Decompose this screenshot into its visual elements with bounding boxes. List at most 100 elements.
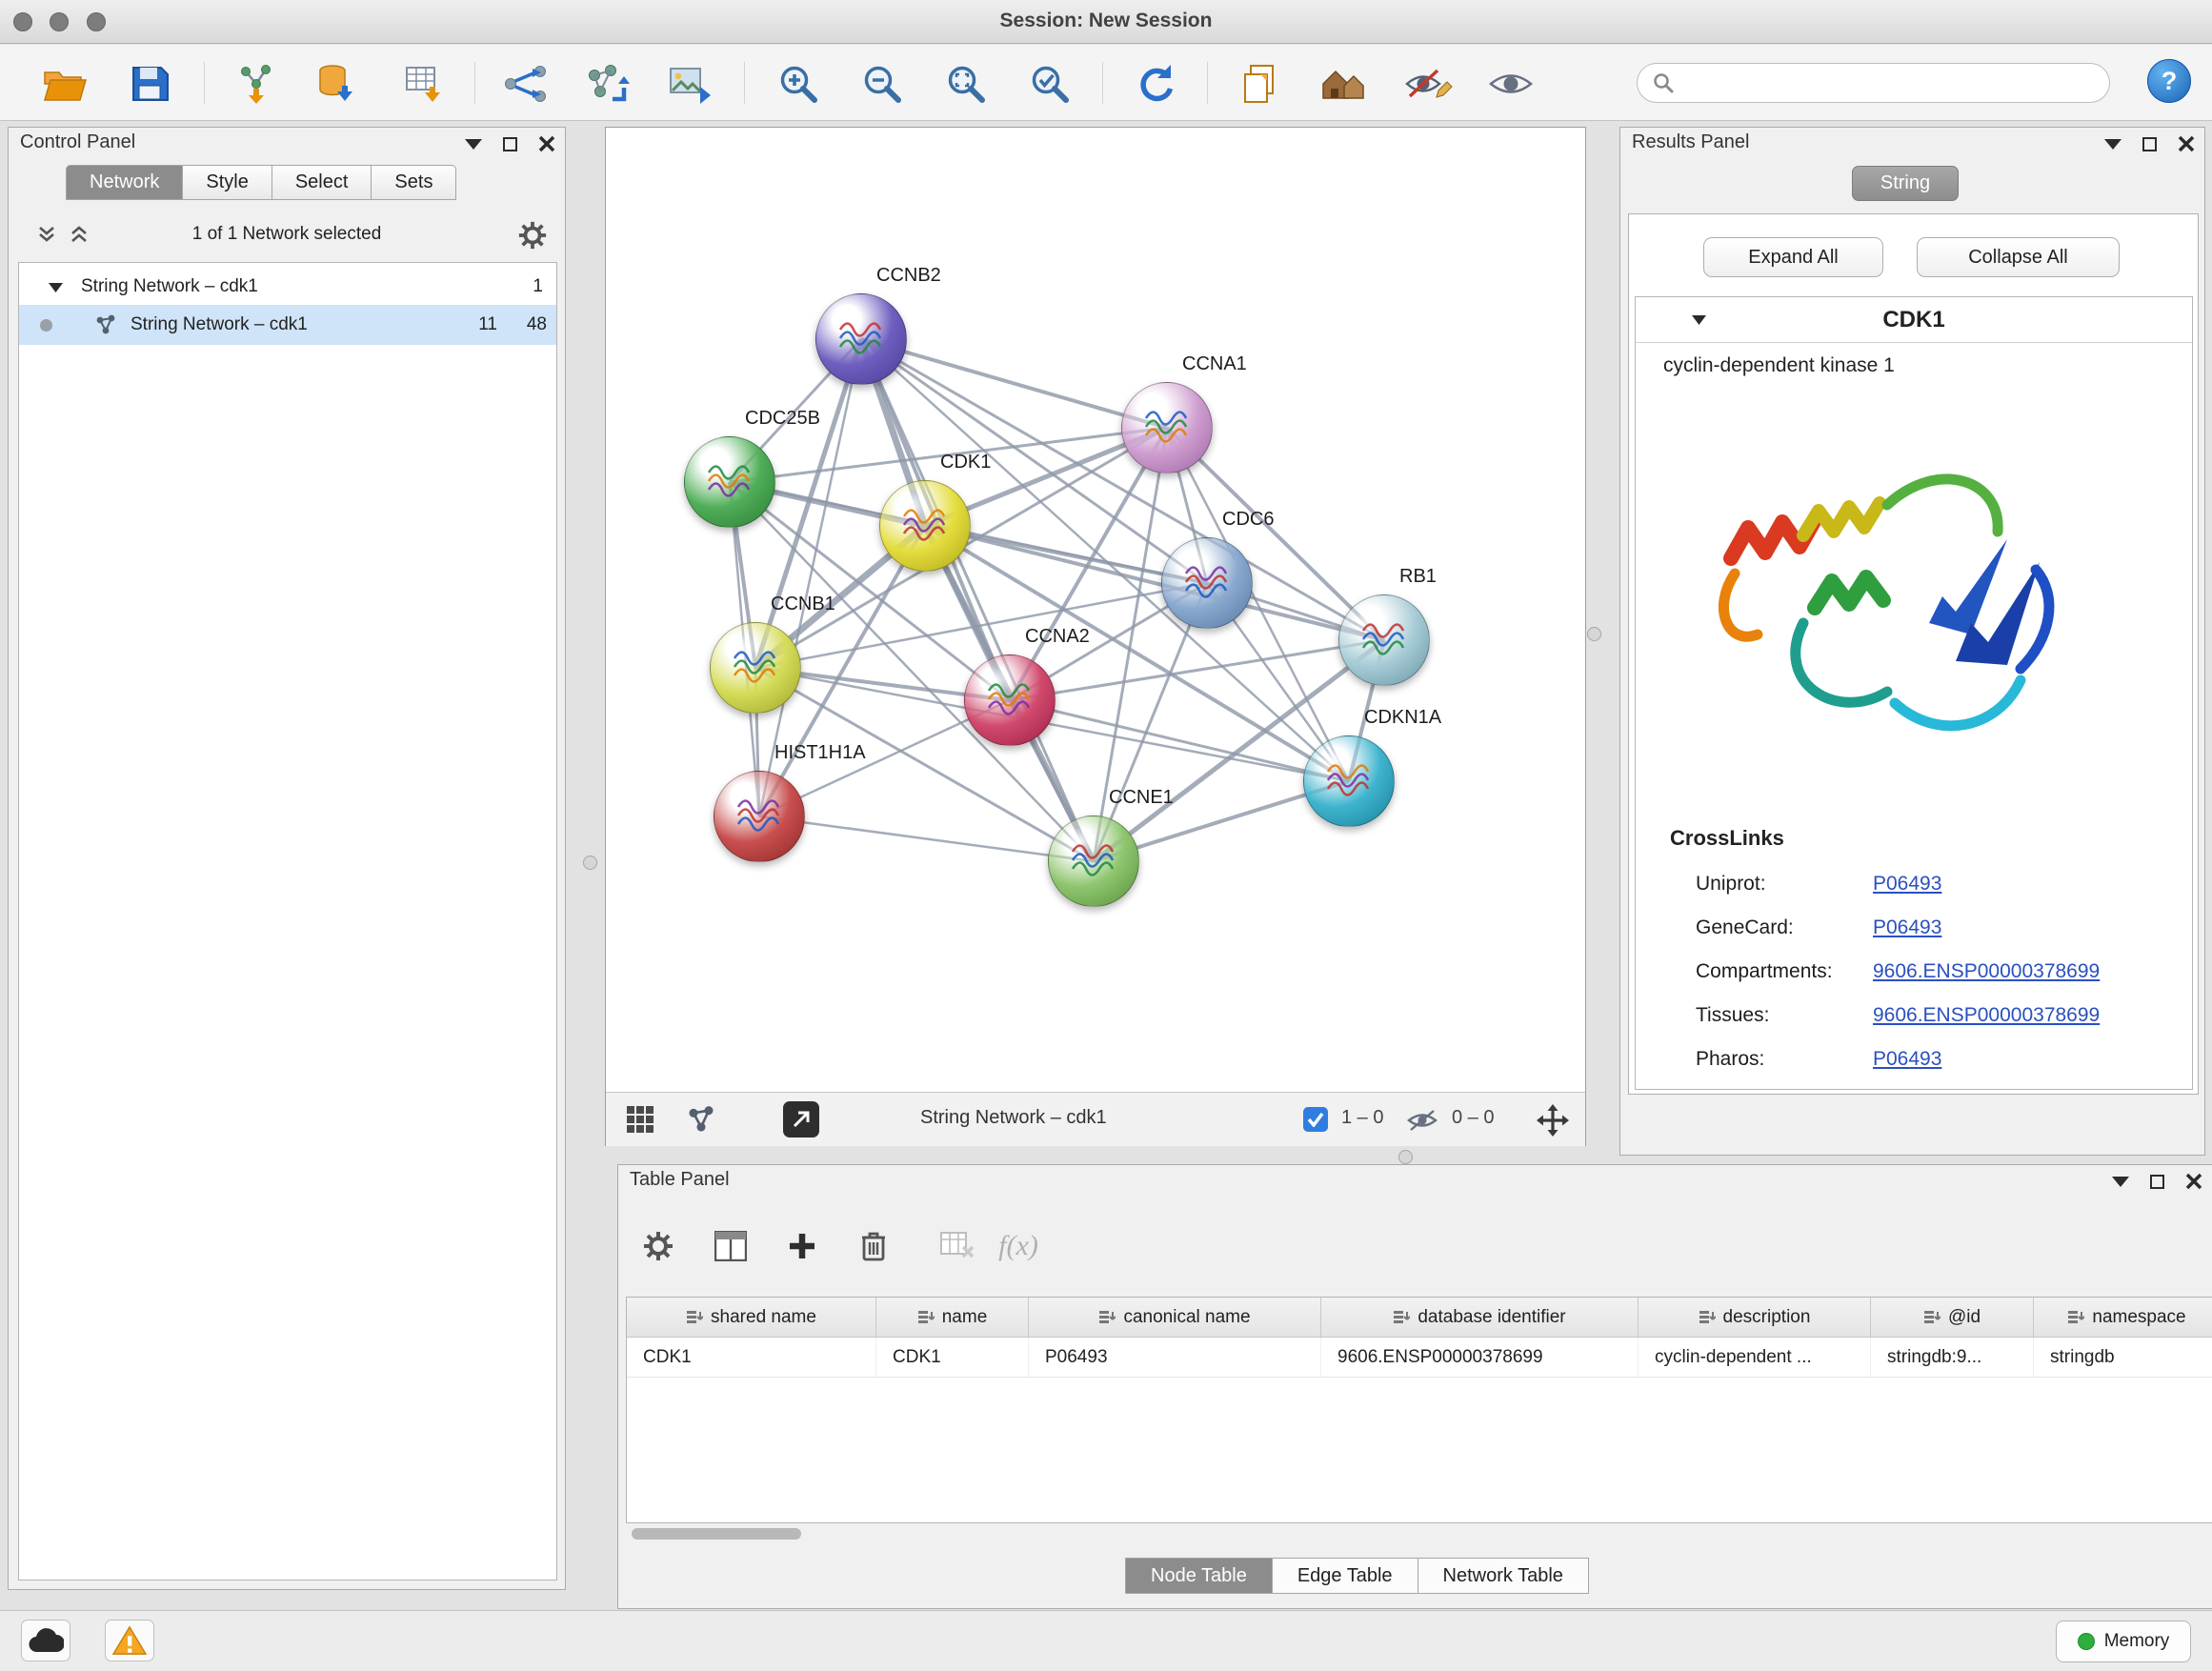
tab-sets[interactable]: Sets — [372, 165, 456, 200]
right-splitter-handle[interactable] — [1587, 627, 1601, 641]
table-options-gear-icon[interactable] — [633, 1222, 683, 1270]
memory-button[interactable]: Memory — [2056, 1621, 2191, 1662]
show-columns-icon[interactable] — [706, 1222, 755, 1270]
show-graphics-details-icon[interactable] — [1485, 59, 1537, 109]
help-button[interactable]: ? — [2147, 59, 2191, 103]
network-node-cdc6[interactable] — [1161, 537, 1253, 629]
network-node-ccne1[interactable] — [1048, 815, 1139, 907]
panel-collapse-icon[interactable] — [2104, 139, 2122, 150]
network-node-rb1[interactable] — [1338, 594, 1430, 686]
collapse-all-button[interactable]: Collapse All — [1917, 237, 2120, 277]
cell-shared-name: CDK1 — [627, 1338, 876, 1377]
column-header-database-identifier[interactable]: database identifier — [1321, 1298, 1639, 1337]
protein-thumbnail — [1323, 761, 1375, 801]
open-in-new-window-icon[interactable] — [783, 1101, 819, 1137]
network-edge[interactable] — [861, 339, 1094, 861]
gene-card-header[interactable]: CDK1 — [1636, 297, 2192, 343]
panel-close-icon[interactable] — [2185, 1173, 2202, 1190]
column-header-description[interactable]: description — [1639, 1298, 1871, 1337]
expand-all-button[interactable]: Expand All — [1703, 237, 1883, 277]
horizontal-splitter-handle[interactable] — [1398, 1150, 1413, 1164]
tab-style[interactable]: Style — [183, 165, 271, 200]
toolbar-separator — [204, 62, 205, 104]
control-panel-tabs: Network Style Select Sets — [66, 165, 456, 200]
network-collection-row[interactable]: String Network – cdk1 1 — [19, 269, 556, 305]
crosslink-uniprot-link[interactable]: P06493 — [1873, 873, 1941, 896]
open-session-icon[interactable] — [39, 59, 90, 109]
panel-float-icon[interactable] — [503, 137, 517, 151]
warnings-button[interactable] — [105, 1620, 154, 1661]
tab-network-table[interactable]: Network Table — [1418, 1558, 1589, 1594]
network-node-cdkn1a[interactable] — [1303, 735, 1395, 827]
birds-eye-view-icon[interactable] — [686, 1104, 716, 1135]
import-network-from-database-icon[interactable] — [312, 59, 363, 109]
panel-collapse-icon[interactable] — [2112, 1177, 2129, 1187]
zoom-in-icon[interactable] — [773, 59, 824, 109]
scrollbar-thumb[interactable] — [632, 1528, 801, 1540]
zoom-out-icon[interactable] — [856, 59, 908, 109]
hidden-eye-icon[interactable] — [1406, 1108, 1438, 1133]
column-header-namespace[interactable]: namespace — [2034, 1298, 2212, 1337]
network-edge[interactable] — [861, 339, 1167, 428]
cloud-status-button[interactable] — [21, 1620, 70, 1661]
grid-view-icon[interactable] — [625, 1104, 655, 1135]
left-splitter-handle[interactable] — [583, 856, 597, 870]
network-row-selected[interactable]: String Network – cdk1 11 48 — [19, 305, 556, 345]
network-node-ccna1[interactable] — [1121, 382, 1213, 473]
network-edge[interactable] — [755, 339, 861, 668]
first-neighbors-icon[interactable] — [499, 59, 551, 109]
delete-column-icon[interactable] — [849, 1222, 898, 1270]
tab-string[interactable]: String — [1852, 166, 1959, 201]
tab-node-table[interactable]: Node Table — [1125, 1558, 1273, 1594]
apply-layout-icon[interactable] — [1130, 59, 1181, 109]
column-header-id[interactable]: @id — [1871, 1298, 2034, 1337]
protein-thumbnail — [1141, 408, 1193, 448]
import-table-from-file-icon[interactable] — [399, 59, 451, 109]
toolbar-search-input[interactable] — [1683, 72, 2094, 93]
pan-mode-icon[interactable] — [1536, 1103, 1570, 1137]
zoom-fit-icon[interactable] — [940, 59, 992, 109]
network-node-ccna2[interactable] — [964, 654, 1056, 746]
save-session-icon[interactable] — [124, 59, 175, 109]
table-row[interactable]: CDK1 CDK1 P06493 9606.ENSP00000378699 cy… — [627, 1338, 2212, 1378]
add-column-icon[interactable] — [777, 1222, 827, 1270]
search-icon — [1653, 72, 1674, 93]
network-edge[interactable] — [1010, 700, 1349, 781]
documents-icon[interactable] — [1234, 59, 1285, 109]
collection-label: String Network – cdk1 — [81, 276, 258, 297]
import-network-from-file-icon[interactable] — [232, 59, 284, 109]
home-icon[interactable] — [1318, 59, 1370, 109]
export-image-icon[interactable] — [664, 59, 715, 109]
network-node-cdc25b[interactable] — [684, 436, 775, 528]
panel-close-icon[interactable] — [2178, 135, 2195, 152]
crosslink-genecard-link[interactable]: P06493 — [1873, 916, 1941, 939]
network-tree: String Network – cdk1 1 String Network –… — [18, 262, 557, 1580]
column-header-name[interactable]: name — [876, 1298, 1029, 1337]
network-options-gear-icon[interactable] — [517, 220, 548, 251]
hide-graphics-details-icon[interactable] — [1402, 59, 1454, 109]
tab-edge-table[interactable]: Edge Table — [1273, 1558, 1418, 1594]
network-node-ccnb1[interactable] — [710, 622, 801, 714]
tree-caret-down-icon[interactable] — [48, 281, 64, 293]
crosslink-label: Tissues: — [1696, 1004, 1769, 1027]
crosslink-tissues-link[interactable]: 9606.ENSP00000378699 — [1873, 1004, 2100, 1027]
column-header-canonical-name[interactable]: canonical name — [1029, 1298, 1321, 1337]
selected-nodes-checkbox[interactable] — [1303, 1107, 1328, 1132]
cell-id: stringdb:9... — [1871, 1338, 2034, 1377]
network-node-hist1h1a[interactable] — [714, 771, 805, 862]
zoom-selected-icon[interactable] — [1024, 59, 1076, 109]
crosslink-pharos-link[interactable]: P06493 — [1873, 1048, 1941, 1071]
column-header-shared-name[interactable]: shared name — [627, 1298, 876, 1337]
tab-network[interactable]: Network — [66, 165, 183, 200]
panel-float-icon[interactable] — [2142, 137, 2157, 151]
network-canvas[interactable]: CCNB2CCNA1CDC25BCDK1CDC6RB1CCNB1CCNA2CDK… — [606, 128, 1585, 1092]
new-network-from-selection-icon[interactable] — [581, 59, 633, 109]
panel-collapse-icon[interactable] — [465, 139, 482, 150]
crosslink-compartments-link[interactable]: 9606.ENSP00000378699 — [1873, 960, 2100, 983]
tab-select[interactable]: Select — [272, 165, 372, 200]
panel-float-icon[interactable] — [2150, 1175, 2164, 1189]
network-node-ccnb2[interactable] — [815, 293, 907, 385]
network-edge[interactable] — [759, 816, 1094, 861]
panel-close-icon[interactable] — [538, 135, 555, 152]
network-node-cdk1[interactable] — [879, 480, 971, 572]
